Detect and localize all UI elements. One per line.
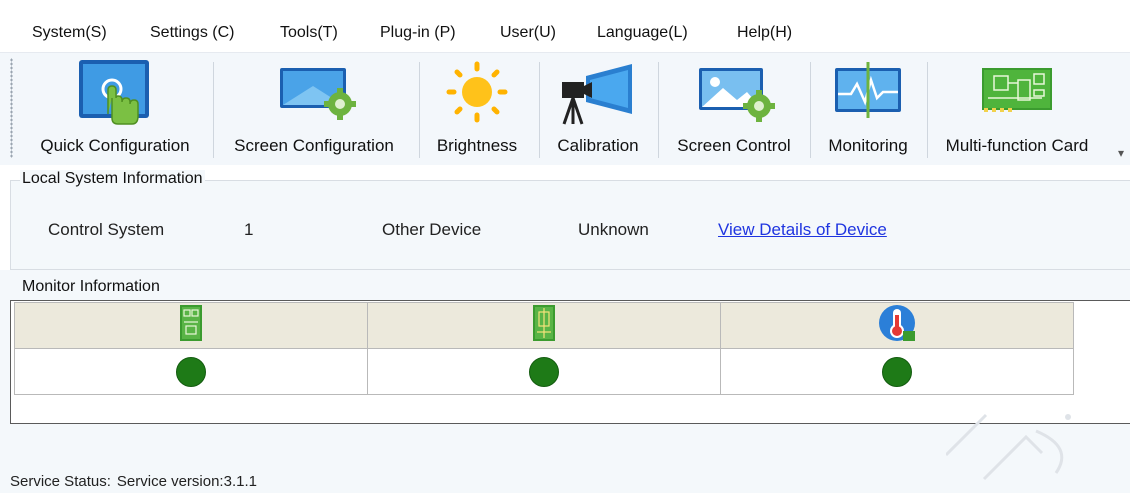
view-details-link[interactable]: View Details of Device — [718, 220, 887, 240]
status-cell-temperature — [720, 348, 1074, 395]
screen-configuration-label: Screen Configuration — [234, 136, 394, 155]
local-system-title: Local System Information — [20, 170, 205, 188]
calibration-label: Calibration — [557, 136, 639, 155]
menu-help[interactable]: Help(H) — [737, 24, 792, 42]
status-ok-indicator — [882, 356, 912, 387]
quick-configuration-label: Quick Configuration — [40, 136, 190, 155]
monitor-header-temperature — [720, 302, 1074, 349]
multifunction-card-icon — [533, 305, 555, 341]
monitoring-button[interactable]: Monitoring — [815, 58, 921, 160]
local-system-group — [10, 180, 1130, 270]
receiving-card-icon — [180, 305, 202, 341]
screen-image-gear-icon — [699, 68, 775, 122]
menu-system[interactable]: System(S) — [32, 24, 107, 42]
multi-function-card-label: Multi-function Card — [945, 136, 1089, 155]
screen-control-button[interactable]: Screen Control — [663, 58, 805, 160]
menu-settings[interactable]: Settings (C) — [150, 24, 234, 42]
calibration-button[interactable]: Calibration — [544, 58, 652, 160]
camera-screen-icon — [562, 64, 632, 125]
menu-bar: System(S) Settings (C) Tools(T) Plug-in … — [0, 0, 1130, 53]
watermark-graphic — [946, 413, 1071, 481]
monitor-table — [14, 302, 1074, 395]
thermometer-icon — [879, 305, 915, 341]
screen-configuration-button[interactable]: Screen Configuration — [218, 58, 410, 160]
toolbar-overflow-icon[interactable]: ▾ — [1118, 146, 1124, 160]
menu-tools[interactable]: Tools(T) — [280, 24, 338, 42]
brightness-button[interactable]: Brightness — [424, 58, 530, 160]
screen-gear-icon — [280, 68, 356, 120]
monitor-header-multifunction-card — [367, 302, 721, 349]
status-cell-receiving-card — [14, 348, 368, 395]
toolbar-separator — [539, 62, 540, 158]
monitor-header-receiving-card — [14, 302, 368, 349]
brightness-label: Brightness — [436, 136, 518, 155]
sun-icon — [446, 61, 508, 123]
menu-user[interactable]: User(U) — [500, 24, 556, 42]
screen-control-label: Screen Control — [677, 136, 791, 155]
menu-language[interactable]: Language(L) — [597, 24, 688, 42]
status-ok-indicator — [176, 356, 206, 387]
quick-configuration-button[interactable]: Quick Configuration — [24, 58, 206, 160]
waveform-monitor-icon — [835, 62, 901, 118]
control-system-value: 1 — [244, 220, 254, 239]
toolbar-separator — [810, 62, 811, 158]
other-device-value: Unknown — [578, 220, 649, 239]
toolbar-grip[interactable] — [10, 58, 13, 158]
other-device-label: Other Device — [382, 220, 482, 239]
toolbar-separator — [658, 62, 659, 158]
service-status-label: Service Status: — [10, 473, 111, 490]
menu-plugin[interactable]: Plug-in (P) — [380, 24, 456, 42]
status-bar: Service Status: Service version:3.1.1 — [10, 473, 257, 490]
status-ok-indicator — [529, 356, 559, 387]
toolbar-separator — [927, 62, 928, 158]
circuit-board-icon — [982, 68, 1052, 112]
monitoring-label: Monitoring — [828, 136, 908, 155]
monitor-title: Monitor Information — [20, 278, 162, 296]
toolbar-separator — [213, 62, 214, 158]
toolbar-separator — [419, 62, 420, 158]
status-cell-multifunction-card — [367, 348, 721, 395]
touch-monitor-icon — [79, 60, 149, 125]
multi-function-card-button[interactable]: Multi-function Card — [932, 58, 1102, 160]
control-system-label: Control System — [48, 220, 165, 239]
service-version: Service version:3.1.1 — [116, 473, 257, 490]
